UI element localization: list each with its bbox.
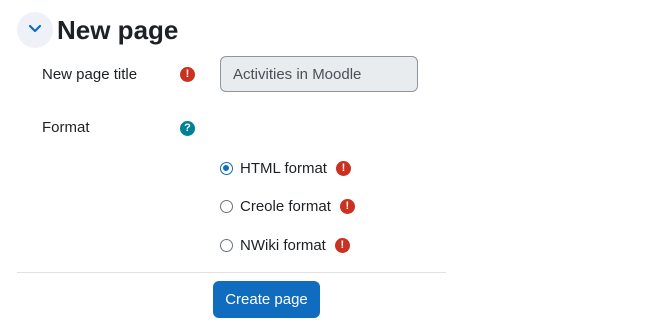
format-field-row: Format	[42, 119, 90, 136]
chevron-down-icon	[28, 21, 42, 39]
radio-nwiki-format[interactable]	[220, 239, 233, 252]
format-option-label: Creole format	[240, 198, 331, 215]
title-field-row: New page title	[42, 66, 137, 83]
page-title: New page	[57, 15, 179, 45]
required-icon: !	[334, 238, 350, 253]
format-option-label: NWiki format	[240, 237, 326, 254]
required-icon: !	[335, 161, 351, 176]
format-field-label: Format	[42, 119, 90, 136]
format-option-label: HTML format	[240, 160, 327, 177]
format-option-nwiki[interactable]: NWiki format !	[220, 237, 350, 254]
create-page-button[interactable]: Create page	[213, 281, 320, 318]
collapse-toggle[interactable]	[17, 12, 53, 48]
radio-creole-format[interactable]	[220, 200, 233, 213]
required-icon: !	[339, 199, 355, 214]
page-title-input[interactable]	[220, 56, 418, 92]
format-option-html[interactable]: HTML format !	[220, 160, 351, 177]
format-option-creole[interactable]: Creole format !	[220, 198, 355, 215]
section-header: New page	[17, 12, 178, 48]
divider	[17, 272, 446, 273]
radio-html-format[interactable]	[220, 162, 233, 175]
required-icon: !	[180, 67, 195, 82]
title-field-label: New page title	[42, 66, 138, 83]
help-icon[interactable]: ?	[180, 121, 195, 136]
